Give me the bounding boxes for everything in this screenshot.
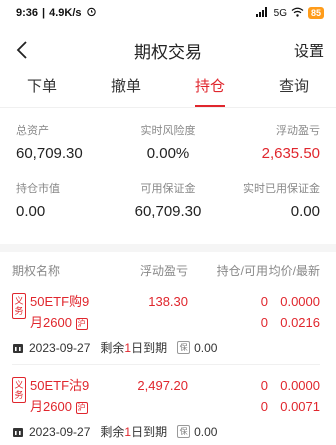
header-float-pl: 浮动盈亏 <box>139 264 188 278</box>
total-assets-value: 60,709.30 <box>16 145 83 162</box>
used-margin-value: 0.00 <box>290 203 320 220</box>
market-value-value: 0.00 <box>16 203 46 220</box>
calendar-icon <box>12 426 24 438</box>
position-float-pl: 2,497.20 <box>137 378 188 393</box>
margin-icon: 保 <box>177 425 191 438</box>
battery-icon: 85 <box>307 7 324 19</box>
row-divider <box>12 364 320 365</box>
header-name: 期权名称 <box>12 264 61 278</box>
exchange-badge: 沪 <box>75 318 88 330</box>
position-name: 义务 50ETF购9 月2600 沪 <box>12 291 94 333</box>
remain-suffix: 日到期 <box>131 425 168 439</box>
qty-available: 0 <box>260 399 268 414</box>
risk-label: 实时风险度 <box>140 125 196 137</box>
header-price: 均价/最新 <box>268 264 320 278</box>
remain-prefix: 剩余 <box>100 341 125 355</box>
page-title: 期权交易 <box>134 42 202 62</box>
float-pl-label: 浮动盈亏 <box>276 125 320 137</box>
used-margin-label: 实时已用保证金 <box>243 183 320 195</box>
risk-degree: 实时风险度 0.00% <box>118 122 218 162</box>
option-name: 50ETF沽9 月2600 沪 <box>30 375 94 417</box>
expiry-date: 2023-09-27 <box>29 340 91 355</box>
section-divider <box>0 244 336 252</box>
margin-value: 0.00 <box>194 424 218 439</box>
float-pl-value: 2,635.50 <box>261 145 320 162</box>
qty-hold: 0 <box>260 294 268 309</box>
available-margin-value: 60,709.30 <box>134 203 202 220</box>
option-name-line2: 月2600 <box>30 399 72 414</box>
qty-hold: 0 <box>260 378 268 393</box>
positions-header: 期权名称 浮动盈亏 持仓/可用 均价/最新 <box>0 252 336 285</box>
clock: 9:36 <box>16 7 39 19</box>
position-footer: 2023-09-27 剩余1日到期 保 0.00 <box>12 339 320 356</box>
market-value-label: 持仓市值 <box>16 183 60 195</box>
available-margin: 可用保证金 60,709.30 <box>118 180 218 220</box>
status-right: 5G 85 <box>255 6 324 20</box>
available-margin-label: 可用保证金 <box>140 183 196 195</box>
position-price: 0.0000 0.0071 <box>268 375 320 417</box>
tab-bar: 下单 撤单 持仓 查询 <box>0 74 336 108</box>
network-type: 5G <box>273 7 287 19</box>
option-name-line2: 月2600 <box>30 315 72 330</box>
position-row[interactable]: 义务 50ETF沽9 月2600 沪 2,497.20 0 0 0.0000 0… <box>0 369 336 444</box>
risk-value: 0.00% <box>146 145 190 162</box>
total-assets-label: 总资产 <box>16 125 49 137</box>
header-qty: 持仓/可用 <box>216 264 268 278</box>
option-name-line1: 50ETF购9 <box>30 294 90 309</box>
market-value: 持仓市值 0.00 <box>16 180 116 220</box>
obligation-tag: 义务 <box>12 293 26 319</box>
position-float-pl: 138.30 <box>148 294 188 309</box>
avg-price: 0.0000 <box>280 294 320 309</box>
remain-prefix: 剩余 <box>100 425 125 439</box>
position-main: 义务 50ETF沽9 月2600 沪 2,497.20 0 0 0.0000 0… <box>12 375 320 417</box>
used-margin: 实时已用保证金 0.00 <box>220 180 320 220</box>
qty-available: 0 <box>260 315 268 330</box>
remaining-days: 剩余1日到期 <box>100 423 167 440</box>
tab-order[interactable]: 下单 <box>0 74 84 107</box>
position-qty: 0 0 <box>188 291 268 333</box>
margin-value: 0.00 <box>194 340 218 355</box>
separator: | <box>42 7 46 19</box>
chevron-left-icon <box>16 41 27 59</box>
signal-icon <box>255 6 270 20</box>
net-speed: 4.9K/s <box>49 7 82 19</box>
option-name: 50ETF购9 月2600 沪 <box>30 291 94 333</box>
float-pl: 浮动盈亏 2,635.50 <box>220 122 320 162</box>
avg-price: 0.0000 <box>280 378 320 393</box>
calendar-icon <box>12 342 24 354</box>
total-assets: 总资产 60,709.30 <box>16 122 116 162</box>
expiry-date: 2023-09-27 <box>29 424 91 439</box>
option-name-line1: 50ETF沽9 <box>30 378 90 393</box>
position-price: 0.0000 0.0216 <box>268 291 320 333</box>
tab-cancel[interactable]: 撤单 <box>84 74 168 107</box>
summary-row: 持仓市值 0.00 可用保证金 60,709.30 实时已用保证金 0.00 <box>16 180 320 220</box>
status-left: 9:36 | 4.9K/s <box>16 6 97 20</box>
position-main: 义务 50ETF购9 月2600 沪 138.30 0 0 0.0000 0.0… <box>12 291 320 333</box>
obligation-tag: 义务 <box>12 377 26 403</box>
last-price: 0.0216 <box>280 315 320 330</box>
remaining-days: 剩余1日到期 <box>100 339 167 356</box>
wifi-icon <box>291 7 304 20</box>
summary-row: 总资产 60,709.30 实时风险度 0.00% 浮动盈亏 2,635.50 <box>16 122 320 162</box>
exchange-badge: 沪 <box>75 402 88 414</box>
back-button[interactable] <box>8 36 36 64</box>
last-price: 0.0071 <box>280 399 320 414</box>
settings-button[interactable]: 设置 <box>294 40 324 61</box>
position-row[interactable]: 义务 50ETF购9 月2600 沪 138.30 0 0 0.0000 0.0… <box>0 285 336 369</box>
tab-positions[interactable]: 持仓 <box>168 74 252 107</box>
remain-suffix: 日到期 <box>131 341 168 355</box>
account-summary: 总资产 60,709.30 实时风险度 0.00% 浮动盈亏 2,635.50 … <box>0 108 336 244</box>
position-footer: 2023-09-27 剩余1日到期 保 0.00 <box>12 423 320 440</box>
nav-bar: 期权交易 设置 <box>0 26 336 74</box>
position-name: 义务 50ETF沽9 月2600 沪 <box>12 375 94 417</box>
position-qty: 0 0 <box>188 375 268 417</box>
margin-icon: 保 <box>177 341 191 354</box>
alarm-icon <box>86 6 97 20</box>
status-bar: 9:36 | 4.9K/s 5G 85 <box>0 0 336 26</box>
tab-query[interactable]: 查询 <box>252 74 336 107</box>
